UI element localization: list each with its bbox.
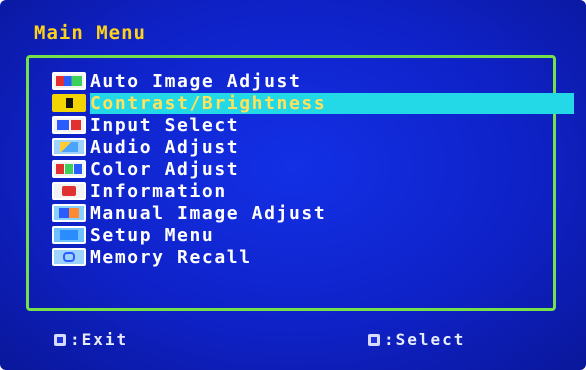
menu-list: Auto Image Adjust Contrast/Brightness In… (52, 70, 574, 268)
menu-title: Main Menu (34, 22, 146, 44)
menu-item-color-adjust[interactable]: Color Adjust (52, 158, 572, 180)
osd-screen: Main Menu Auto Image Adjust Contrast/Bri… (0, 0, 586, 370)
menu-item-setup-menu[interactable]: Setup Menu (52, 224, 572, 246)
memory-recall-icon (52, 248, 86, 266)
footer-select[interactable]: :Select (368, 330, 465, 349)
menu-item-memory-recall[interactable]: Memory Recall (52, 246, 572, 268)
information-icon (52, 182, 86, 200)
select-button-icon (368, 333, 380, 346)
manual-adjust-icon (52, 204, 86, 222)
select-label: :Select (384, 330, 466, 349)
auto-adjust-icon (52, 72, 86, 90)
input-select-icon (52, 116, 86, 134)
menu-item-information[interactable]: Information (52, 180, 572, 202)
contrast-brightness-icon (52, 94, 86, 112)
menu-item-auto-image-adjust[interactable]: Auto Image Adjust (52, 70, 572, 92)
audio-icon (52, 138, 86, 156)
footer-exit[interactable]: :Exit (54, 330, 128, 349)
menu-item-manual-image-adjust[interactable]: Manual Image Adjust (52, 202, 572, 224)
menu-item-input-select[interactable]: Input Select (52, 114, 572, 136)
color-icon (52, 160, 86, 178)
menu-item-audio-adjust[interactable]: Audio Adjust (52, 136, 572, 158)
exit-label: :Exit (70, 330, 129, 349)
exit-button-icon (54, 333, 66, 346)
setup-icon (52, 226, 86, 244)
menu-item-contrast-brightness[interactable]: Contrast/Brightness (52, 92, 574, 114)
